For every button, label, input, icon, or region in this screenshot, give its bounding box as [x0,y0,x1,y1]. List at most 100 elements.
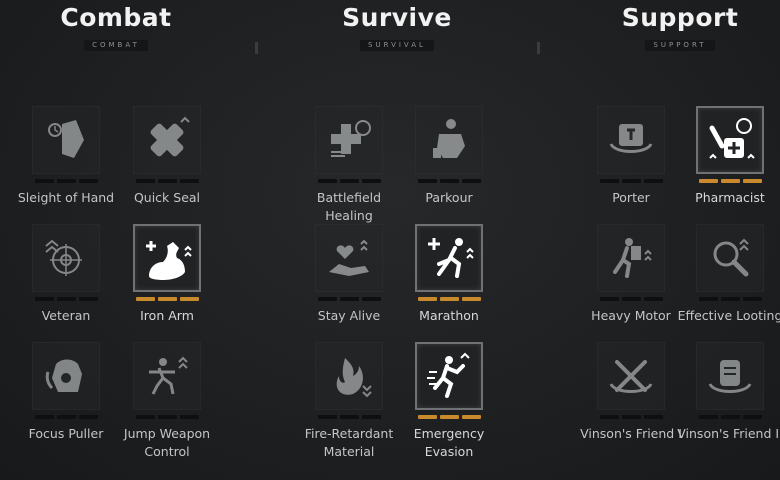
level-bar [135,179,155,183]
porter-icon [597,106,665,174]
vinsons-friend-i-icon [597,342,665,410]
heavy-motor-icon [597,224,665,292]
level-bar [461,297,481,301]
level-bar [742,415,762,419]
perk-veteran[interactable]: Veteran [12,224,120,325]
category-title: Combat [60,3,172,32]
perk-label: Stay Alive [317,308,381,323]
category-subtitle: COMBAT [84,40,148,51]
perk-label: Sleight of Hand [17,190,115,205]
level-bar [78,179,98,183]
perk-parkour[interactable]: Parkour [395,106,503,207]
perk-level-bars [12,297,120,301]
perk-level-bars [12,415,120,419]
level-bar [461,415,481,419]
perk-level-bars [577,415,685,419]
category-header-survive: Survive SURVIVAL [337,4,457,51]
perk-level-bars [113,415,221,419]
category-subtitle: SUPPORT [645,40,715,51]
perk-label: Quick Seal [133,190,201,205]
vinsons-friend-ii-icon [696,342,764,410]
battlefield-healing-icon [315,106,383,174]
perk-focus-puller[interactable]: Focus Puller [12,342,120,443]
perk-level-bars [577,179,685,183]
perk-fire-retardant-material[interactable]: Fire-Retardant Material [295,342,403,461]
perk-label: Pharmacist [695,190,765,205]
perk-sleight-of-hand[interactable]: Sleight of Hand [12,106,120,207]
level-bar [417,179,437,183]
sleight-of-hand-icon [32,106,100,174]
effective-looting-icon [696,224,764,292]
perk-level-bars [395,297,503,301]
perk-effective-looting[interactable]: Effective Looting [676,224,780,325]
level-bar [417,415,437,419]
level-bar [621,415,641,419]
level-bar [179,297,199,301]
level-bar [317,179,337,183]
level-bar [34,415,54,419]
level-bar [34,179,54,183]
perk-quick-seal[interactable]: Quick Seal [113,106,221,207]
perk-level-bars [113,297,221,301]
perk-label: Focus Puller [28,426,104,441]
category-title: Survive [342,3,452,32]
perk-marathon[interactable]: Marathon [395,224,503,325]
stay-alive-icon [315,224,383,292]
level-bar [698,415,718,419]
level-bar [621,297,641,301]
divider-mark [255,42,258,54]
divider-mark [537,42,540,54]
perk-vinsons-friend-i[interactable]: Vinson's Friend I [577,342,685,443]
perk-label: Vinson's Friend I [580,426,682,441]
level-bar [339,179,359,183]
perk-stay-alive[interactable]: Stay Alive [295,224,403,325]
level-bar [720,415,740,419]
perk-jump-weapon-control[interactable]: Jump Weapon Control [113,342,221,461]
perk-level-bars [12,179,120,183]
level-bar [439,415,459,419]
level-bar [56,415,76,419]
perk-label: Jump Weapon Control [123,426,211,459]
pharmacist-icon [696,106,764,174]
level-bar [361,297,381,301]
perk-label: Battlefield Healing [316,190,382,223]
perk-pharmacist[interactable]: Pharmacist [676,106,780,207]
level-bar [317,415,337,419]
perk-porter[interactable]: Porter [577,106,685,207]
level-bar [643,297,663,301]
perk-emergency-evasion[interactable]: Emergency Evasion [395,342,503,461]
perk-heavy-motor[interactable]: Heavy Motor [577,224,685,325]
perk-battlefield-healing[interactable]: Battlefield Healing [295,106,403,225]
level-bar [698,179,718,183]
level-bar [643,179,663,183]
level-bar [135,415,155,419]
focus-puller-icon [32,342,100,410]
perk-label: Vinson's Friend II [677,426,780,441]
perk-level-bars [113,179,221,183]
level-bar [157,415,177,419]
level-bar [56,179,76,183]
perk-level-bars [295,415,403,419]
level-bar [157,297,177,301]
perk-level-bars [395,179,503,183]
perk-label: Emergency Evasion [413,426,485,459]
level-bar [361,415,381,419]
marathon-icon [415,224,483,292]
perk-level-bars [577,297,685,301]
perk-label: Effective Looting [677,308,780,323]
perk-level-bars [395,415,503,419]
category-header-combat: Combat COMBAT [56,4,176,51]
category-subtitle: SURVIVAL [360,40,434,51]
level-bar [720,297,740,301]
quick-seal-icon [133,106,201,174]
perk-level-bars [295,297,403,301]
perk-iron-arm[interactable]: Iron Arm [113,224,221,325]
level-bar [698,297,718,301]
perk-vinsons-friend-ii[interactable]: Vinson's Friend II [676,342,780,443]
level-bar [78,415,98,419]
level-bar [179,179,199,183]
level-bar [339,297,359,301]
level-bar [317,297,337,301]
level-bar [643,415,663,419]
perk-level-bars [676,179,780,183]
